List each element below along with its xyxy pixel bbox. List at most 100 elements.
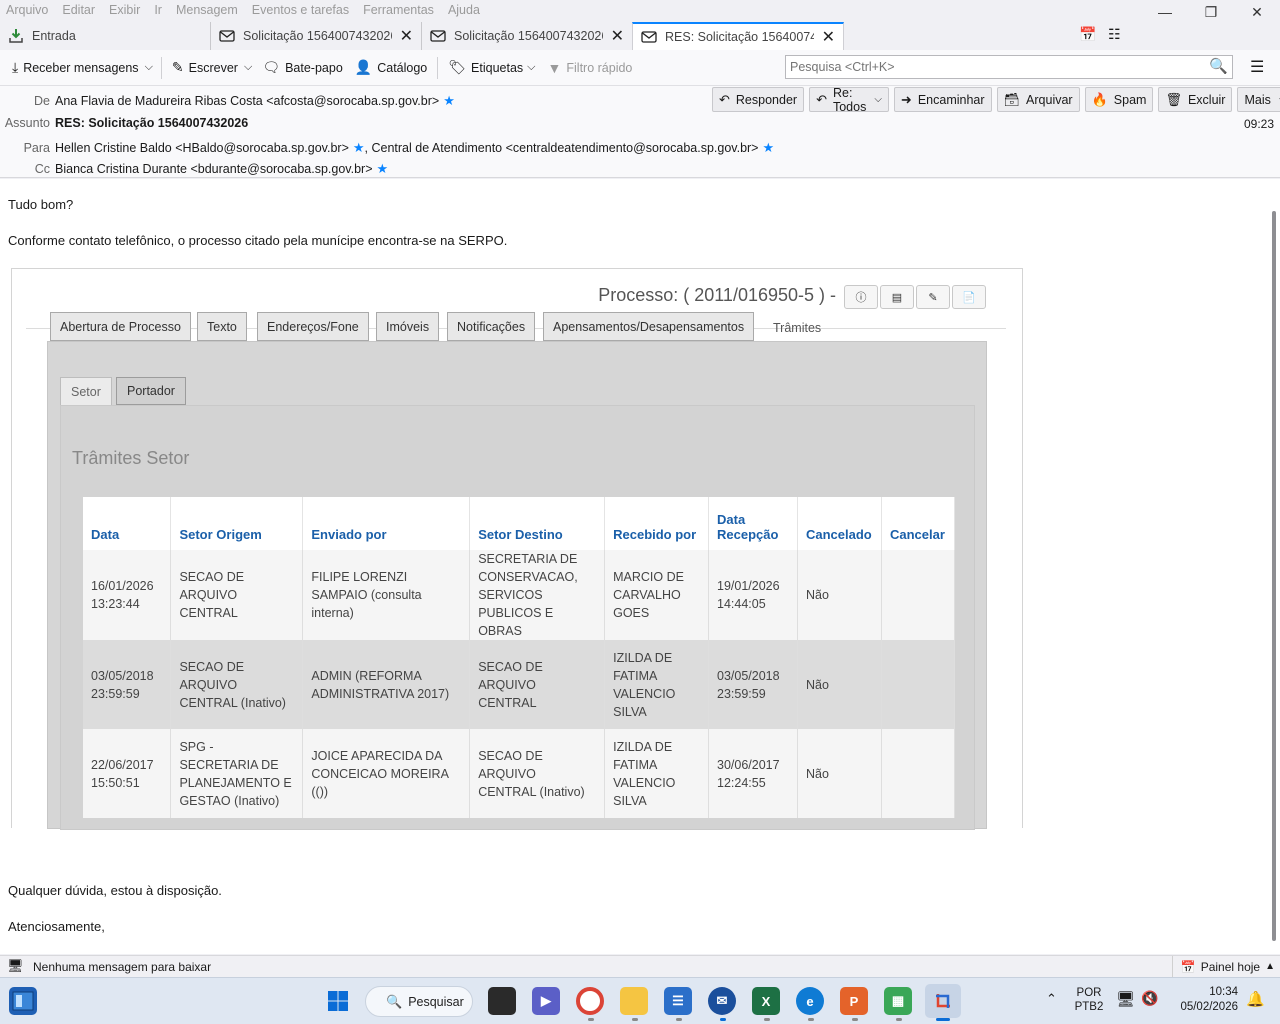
tab-solicitacao-1[interactable]: Solicitação 1564007432026 - ✕ bbox=[210, 22, 421, 50]
menu-arquivo[interactable]: Arquivo bbox=[6, 3, 48, 17]
notifications-icon[interactable]: 🔔 bbox=[1246, 990, 1265, 1008]
spam-button[interactable]: 🔥 Spam bbox=[1084, 87, 1154, 112]
cc-value[interactable]: Bianca Cristina Durante <bdurante@soroca… bbox=[55, 162, 373, 176]
table-cell: SECAO DE ARQUIVO CENTRAL (Inativo) bbox=[170, 640, 304, 729]
star-icon[interactable]: ★ bbox=[377, 161, 389, 177]
receive-messages-button[interactable]: ⤓ Receber mensagens bbox=[6, 54, 145, 82]
widgets-icon[interactable] bbox=[9, 987, 37, 1015]
speaker-muted-icon[interactable]: 🔇 bbox=[1141, 990, 1158, 1007]
column-header: Setor Origem bbox=[170, 497, 304, 550]
app-menu-icon[interactable]: ☰ bbox=[1250, 57, 1264, 77]
subject-label: Assunto bbox=[4, 116, 50, 130]
today-pane-button[interactable]: 📅 Painel hoje ▲ bbox=[1171, 956, 1275, 977]
table-cell: MARCIO DE CARVALHO GOES bbox=[604, 550, 710, 640]
taskbar-search[interactable]: 🔍 Pesquisar bbox=[365, 986, 473, 1017]
status-text: Nenhuma mensagem para baixar bbox=[33, 959, 212, 974]
message-body: Tudo bom? Conforme contato telefônico, o… bbox=[0, 179, 1280, 954]
excel-icon[interactable]: X bbox=[752, 987, 780, 1015]
menu-ajuda[interactable]: Ajuda bbox=[448, 3, 480, 17]
subtab-portador[interactable]: Portador bbox=[116, 377, 186, 405]
star-icon[interactable]: ★ bbox=[443, 93, 455, 109]
tab-texto[interactable]: Texto bbox=[197, 312, 247, 341]
tab-entrada[interactable]: Entrada bbox=[0, 22, 210, 50]
taskbar-search-label: Pesquisar bbox=[408, 994, 464, 1009]
tags-button[interactable]: 🏷 Etiquetas ⌵ bbox=[442, 54, 541, 82]
catalog-label: Catálogo bbox=[377, 60, 428, 75]
document-app-icon[interactable]: ☰ bbox=[664, 987, 692, 1015]
menu-editar[interactable]: Editar bbox=[62, 3, 95, 17]
windows-start-icon[interactable] bbox=[324, 987, 352, 1015]
tab-abertura[interactable]: Abertura de Processo bbox=[50, 312, 191, 341]
reply-button[interactable]: ↶ Responder bbox=[712, 87, 805, 112]
vertical-scrollbar[interactable] bbox=[1272, 211, 1276, 941]
close-tab-icon[interactable]: ✕ bbox=[822, 27, 835, 47]
chevron-down-icon[interactable]: ⌵ bbox=[145, 61, 153, 74]
divider bbox=[160, 56, 162, 79]
network-icon[interactable]: 🖥 bbox=[1116, 990, 1135, 1008]
search-input[interactable] bbox=[785, 55, 1233, 79]
menu-exibir[interactable]: Exibir bbox=[109, 3, 140, 17]
tab-bar: Entrada Solicitação 1564007432026 - ✕ So… bbox=[0, 20, 1280, 50]
to-value-2[interactable]: , Central de Atendimento <centraldeatend… bbox=[365, 141, 759, 155]
close-window-button[interactable]: ✕ bbox=[1242, 4, 1272, 21]
to-value-1[interactable]: Hellen Cristine Baldo <HBaldo@sorocaba.s… bbox=[55, 141, 349, 155]
divider bbox=[437, 56, 439, 79]
tab-imoveis[interactable]: Imóveis bbox=[376, 312, 440, 341]
tab-apensamentos[interactable]: Apensamentos/Desapensamentos bbox=[543, 312, 755, 341]
menu-mensagem[interactable]: Mensagem bbox=[176, 3, 238, 17]
star-icon[interactable]: ★ bbox=[762, 140, 774, 156]
keyboard-language[interactable]: POR PTB2 bbox=[1072, 987, 1106, 1013]
meet-icon[interactable]: ▶ bbox=[532, 987, 560, 1015]
more-button[interactable]: Mais⌵ bbox=[1237, 87, 1280, 112]
from-value[interactable]: Ana Flavia de Madureira Ribas Costa <afc… bbox=[55, 94, 439, 108]
reply-all-button[interactable]: ↶ Re: Todos ⌵ bbox=[809, 86, 889, 114]
tab-label: Solicitação 1564007432026 - bbox=[243, 29, 392, 43]
tab-notificacoes[interactable]: Notificações bbox=[447, 312, 536, 341]
tasks-icon[interactable]: ☷ bbox=[1108, 26, 1121, 43]
edit-icon[interactable]: ✎ bbox=[916, 285, 950, 309]
chat-button[interactable]: 🗨 Bate-papo bbox=[256, 54, 348, 82]
table-cell bbox=[881, 729, 956, 818]
subject-row: Assunto RES: Solicitação 1564007432026 bbox=[0, 116, 248, 130]
menu-ir[interactable]: Ir bbox=[154, 3, 162, 17]
delete-button[interactable]: 🗑 Excluir bbox=[1158, 87, 1233, 112]
file-explorer-icon[interactable] bbox=[620, 987, 648, 1015]
clock[interactable]: 10:34 05/02/2026 bbox=[1168, 986, 1238, 1013]
edge-icon[interactable]: e bbox=[796, 987, 824, 1015]
menu-eventos[interactable]: Eventos e tarefas bbox=[252, 3, 349, 17]
close-tab-icon[interactable]: ✕ bbox=[400, 26, 413, 46]
forward-button[interactable]: ➜ Encaminhar bbox=[893, 87, 992, 112]
tab-tramites[interactable]: Trâmites bbox=[764, 313, 830, 342]
table-row: 03/05/2018 23:59:59 SECAO DE ARQUIVO CEN… bbox=[83, 640, 956, 729]
list-icon[interactable]: ▤ bbox=[880, 285, 914, 309]
thunderbird-icon[interactable]: ✉ bbox=[708, 987, 736, 1015]
restore-button[interactable]: ❐ bbox=[1196, 4, 1226, 21]
write-button[interactable]: ✎ Escrever bbox=[166, 54, 244, 82]
star-icon[interactable]: ★ bbox=[353, 140, 365, 156]
chevron-up-icon[interactable]: ⌃ bbox=[1046, 991, 1057, 1007]
message-time: 09:23 bbox=[1243, 117, 1274, 131]
document-icon[interactable]: 📄 bbox=[952, 285, 986, 309]
quick-filter-button[interactable]: ▼ Filtro rápido bbox=[542, 54, 639, 82]
menu-ferramentas[interactable]: Ferramentas bbox=[363, 3, 434, 17]
envelope-icon bbox=[430, 29, 446, 43]
calendar-icon[interactable]: 📅 bbox=[1079, 26, 1096, 43]
catalog-button[interactable]: 👤 Catálogo bbox=[349, 54, 433, 82]
search-icon[interactable]: 🔍 bbox=[1209, 57, 1228, 75]
tab-enderecos[interactable]: Endereços/Fone bbox=[257, 312, 369, 341]
table-cell: SECAO DE ARQUIVO CENTRAL bbox=[170, 550, 304, 640]
presentation-app-icon[interactable]: P bbox=[840, 987, 868, 1015]
snipping-tool-icon[interactable] bbox=[925, 984, 961, 1018]
spreadsheet-app-icon[interactable]: ▦ bbox=[884, 987, 912, 1015]
close-tab-icon[interactable]: ✕ bbox=[611, 26, 624, 46]
chevron-down-icon[interactable]: ⌵ bbox=[244, 61, 252, 74]
tab-solicitacao-2[interactable]: Solicitação 1564007432026 - ✕ bbox=[421, 22, 632, 50]
subtab-setor[interactable]: Setor bbox=[60, 377, 112, 405]
minimize-button[interactable]: — bbox=[1150, 4, 1180, 20]
tab-label: Solicitação 1564007432026 - bbox=[454, 29, 603, 43]
archive-button[interactable]: 🗃 Arquivar bbox=[996, 87, 1080, 112]
chrome-icon[interactable] bbox=[576, 987, 604, 1015]
tab-res-solicitacao[interactable]: RES: Solicitação 1564007432026 ✕ bbox=[632, 22, 844, 50]
task-view-icon[interactable] bbox=[488, 987, 516, 1015]
info-icon[interactable]: ⓘ bbox=[844, 285, 878, 309]
